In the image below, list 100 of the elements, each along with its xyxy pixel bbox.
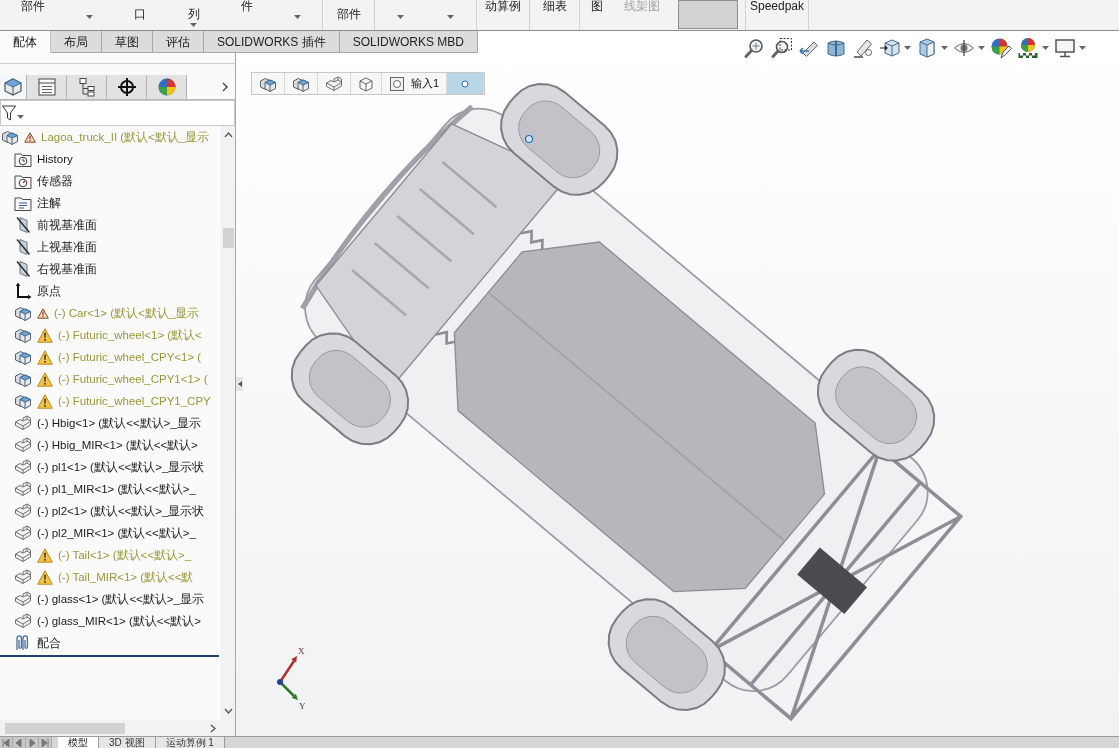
command-tab[interactable]: 布局: [51, 31, 102, 53]
tree-item[interactable]: 原点: [0, 280, 221, 302]
part-icon: [14, 590, 32, 608]
x-axis-arrow: [278, 656, 297, 683]
monitor-icon: [1054, 37, 1076, 59]
view-tool-button[interactable]: [1016, 36, 1050, 60]
caret-icon: [941, 46, 948, 50]
color-wheel-icon: [156, 77, 177, 97]
ribbon-button[interactable]: 件: [237, 0, 256, 30]
property-list-icon: [36, 77, 57, 97]
ribbon-button[interactable]: Speedpak: [746, 0, 807, 30]
caret-icon: [294, 15, 302, 19]
part-icon: [14, 546, 32, 564]
caret-icon: [904, 46, 911, 50]
warning-icon: [37, 547, 53, 563]
panel-tab[interactable]: [67, 75, 107, 99]
horizontal-scrollbar[interactable]: [0, 720, 235, 736]
tree-item[interactable]: (-) Hbig_MIR<1> (默认<<默认>: [0, 434, 221, 456]
part-icon: [14, 414, 32, 432]
assembly-icon: [3, 77, 23, 97]
plane-icon: [14, 216, 32, 234]
filter-field[interactable]: [0, 100, 235, 126]
annotation-view-icon: [852, 37, 874, 59]
ribbon-button[interactable]: 口: [131, 0, 150, 30]
tree-item[interactable]: (-) Hbig<1> (默认<<默认>_显示: [0, 412, 221, 434]
part-icon: [14, 458, 32, 476]
section-view-icon: [825, 37, 847, 59]
skip-back-icon: [2, 738, 10, 747]
sheet-tab[interactable]: 运动算例 1: [155, 737, 225, 748]
history-folder-icon: [14, 150, 32, 168]
tab-scroll-button[interactable]: [26, 737, 39, 748]
breadcrumb-item[interactable]: 输入1: [382, 73, 448, 94]
tree-item[interactable]: (-) pl2_MIR<1> (默认<<默认>_: [0, 522, 221, 544]
tab-scroll-button[interactable]: [39, 737, 52, 748]
display-style-icon: [916, 37, 938, 59]
view-cube-icon: [879, 37, 901, 59]
tree-item[interactable]: History: [0, 148, 221, 170]
plane-icon: [14, 238, 32, 256]
sheet-tab[interactable]: 模型: [58, 737, 99, 748]
configuration-icon: [76, 77, 97, 97]
view-tool-button[interactable]: [989, 36, 1013, 60]
ribbon-button[interactable]: 部件: [17, 0, 48, 30]
view-tool-button[interactable]: [770, 36, 794, 60]
part-icon: [14, 524, 32, 542]
tree-item[interactable]: (-) pl2<1> (默认<<默认>_显示状: [0, 500, 221, 522]
tree-item[interactable]: 上视基准面: [0, 236, 221, 258]
tree-item[interactable]: 配合: [0, 632, 221, 654]
caret-icon: [978, 46, 985, 50]
part-icon: [14, 612, 32, 630]
origin-icon: [14, 282, 32, 300]
tree-item[interactable]: 右视基准面: [0, 258, 221, 280]
scene-ball-icon: [1017, 37, 1039, 59]
chevron-right-icon: [210, 723, 216, 733]
skip-forward-icon: [41, 738, 49, 747]
tree-item[interactable]: (-) pl1_MIR<1> (默认<<默认>_: [0, 478, 221, 500]
tree-item[interactable]: (-) glass_MIR<1> (默认<<默认>: [0, 610, 221, 632]
tree-item[interactable]: 注解: [0, 192, 221, 214]
warning-icon: [37, 569, 53, 585]
origin-dot-icon: [277, 679, 283, 685]
caret-icon: [17, 115, 24, 119]
point-marker-icon: [524, 134, 534, 144]
warning-icon: [37, 393, 53, 409]
view-tool-button[interactable]: [1053, 36, 1087, 60]
axis-label: Y: [299, 701, 306, 710]
part-icon: [14, 568, 32, 586]
command-tab[interactable]: SOLIDWORKS 插件: [204, 31, 340, 53]
circle-icon: [461, 79, 470, 88]
eye-icon: [953, 37, 975, 59]
plane-icon: [14, 260, 32, 278]
cube-icon: [358, 75, 374, 92]
tree-item[interactable]: (-) pl1<1> (默认<<默认>_显示状: [0, 456, 221, 478]
assembly-icon: [14, 392, 32, 410]
ribbon-button[interactable]: 动算例: [482, 0, 524, 30]
command-tab[interactable]: 评估: [153, 31, 204, 53]
command-tab[interactable]: SOLIDWORKS MBD: [339, 31, 479, 53]
triangle-left-icon: [15, 738, 23, 747]
caret-icon: [447, 15, 455, 19]
warning-icon: [37, 349, 53, 365]
vertical-scrollbar[interactable]: [221, 126, 235, 720]
command-tab[interactable]: 草图: [102, 31, 153, 53]
ribbon-button[interactable]: 细表: [539, 0, 570, 30]
scrollbar-thumb[interactable]: [222, 228, 234, 248]
panel-tab[interactable]: [107, 75, 147, 99]
ribbon-button[interactable]: 部件: [333, 0, 364, 30]
scrollbar-thumb[interactable]: [5, 722, 125, 734]
tab-scroll-button[interactable]: [13, 737, 26, 748]
tree-item[interactable]: 传感器: [0, 170, 221, 192]
command-tab[interactable]: 配体: [0, 31, 51, 53]
warning-icon: [37, 307, 49, 319]
tree-item[interactable]: (-) glass<1> (默认<<默认>_显示: [0, 588, 221, 610]
filter-icon: [2, 105, 16, 121]
axis-label: X: [298, 646, 305, 656]
tab-scroll-button[interactable]: [0, 737, 13, 748]
assembly-icon: [14, 348, 32, 366]
assembly-icon: [1, 128, 19, 146]
ribbon-button[interactable]: 列: [184, 0, 203, 30]
tree-item[interactable]: 前视基准面: [0, 214, 221, 236]
caret-icon: [190, 23, 198, 27]
sheet-tab[interactable]: 3D 视图: [99, 737, 156, 748]
ribbon-button[interactable]: 图: [587, 0, 606, 30]
